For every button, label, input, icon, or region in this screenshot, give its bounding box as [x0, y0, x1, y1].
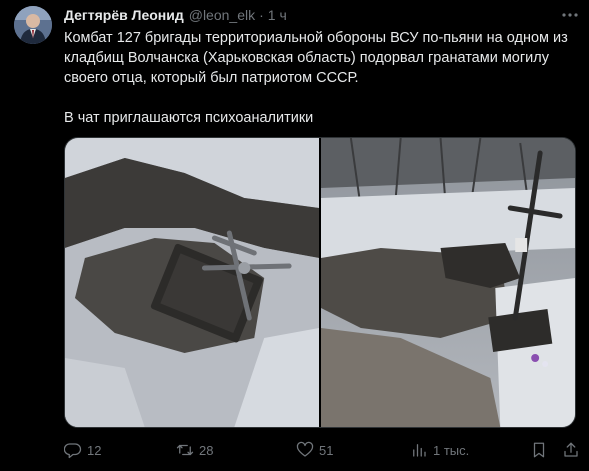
tweet-media[interactable] — [64, 137, 576, 428]
avatar-photo — [14, 6, 52, 44]
grave-photo-right — [321, 138, 575, 427]
action-bar: 12 28 51 1 тыс. — [64, 440, 584, 460]
views-button[interactable]: 1 тыс. — [410, 440, 469, 460]
author-name[interactable]: Дегтярёв Леонид — [64, 7, 184, 23]
grave-photo-left — [65, 138, 319, 427]
reply-count: 12 — [87, 442, 102, 458]
tweet-text: Комбат 127 бригады территориальной оборо… — [64, 30, 568, 126]
like-button[interactable]: 51 — [296, 440, 333, 460]
media-photo-left[interactable] — [65, 138, 319, 427]
author-handle[interactable]: @leon_elk — [189, 7, 255, 23]
retweet-count: 28 — [199, 442, 214, 458]
like-count: 51 — [319, 442, 334, 458]
bookmark-icon — [533, 442, 545, 458]
views-icon — [413, 444, 426, 457]
reply-icon — [64, 443, 82, 459]
separator-dot: · — [259, 7, 264, 23]
tweet-header: Дегтярёв Леонид @leon_elk · 1 ч — [64, 6, 287, 24]
reply-button[interactable]: 12 — [64, 440, 101, 460]
share-icon — [564, 442, 578, 457]
share-button[interactable] — [562, 440, 580, 460]
more-icon[interactable] — [560, 6, 580, 24]
media-photo-right[interactable] — [321, 138, 575, 427]
retweet-icon — [176, 444, 194, 456]
bookmark-button[interactable] — [530, 440, 548, 460]
avatar[interactable] — [14, 6, 52, 44]
heart-icon — [296, 441, 314, 457]
views-count: 1 тыс. — [433, 442, 470, 458]
retweet-button[interactable]: 28 — [176, 440, 213, 460]
tweet-time[interactable]: 1 ч — [268, 7, 287, 23]
